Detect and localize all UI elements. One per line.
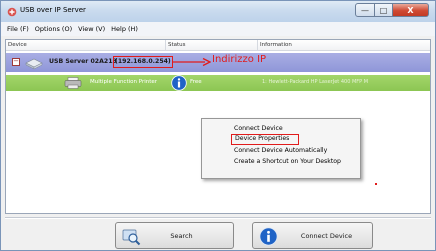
menu-bar: File (F) Options (O) View (V) Help (H) (0, 22, 436, 36)
close-button[interactable]: X (393, 3, 429, 17)
column-header: Device Status Information (6, 40, 430, 51)
divider (5, 217, 431, 219)
menu-options[interactable]: Options (O) (32, 25, 75, 33)
maximize-button[interactable]: □ (375, 3, 393, 17)
menu-item-connect-device[interactable]: Connect Device (231, 123, 360, 134)
menu-item-create-shortcut[interactable]: Create a Shortcut on Your Desktop (231, 156, 360, 167)
ip-annotation: Indirizzo IP (212, 54, 267, 65)
menu-item-device-properties[interactable]: Device Properties (231, 134, 299, 145)
menu-help[interactable]: Help (H) (108, 25, 141, 33)
window-controls: — □ X (355, 3, 429, 17)
column-device[interactable]: Device (6, 40, 166, 51)
usb-app-icon (7, 7, 17, 17)
search-button-label: Search (170, 232, 193, 240)
device-information: 1: Hewlett-Packard HP LaserJet 400 MFP M (262, 79, 369, 85)
connect-device-button-label: Connect Device (300, 232, 353, 240)
arrow-right-icon (172, 57, 211, 67)
column-status[interactable]: Status (166, 40, 258, 51)
column-information[interactable]: Information (258, 40, 430, 51)
connect-device-button[interactable]: Connect Device (252, 222, 373, 249)
printer-icon (64, 77, 82, 89)
device-status: Free (190, 79, 202, 85)
red-marker (375, 183, 377, 185)
info-icon (171, 75, 187, 91)
menu-file[interactable]: File (F) (4, 25, 32, 33)
server-row[interactable]: − USB Server 02A213 (192.168.0.254) Indi… (6, 53, 430, 72)
server-icon (25, 58, 43, 70)
title-bar[interactable]: USB over IP Server — □ X (0, 0, 436, 22)
client-area: Device Status Information − USB Server 0… (0, 36, 436, 251)
device-name: Multiple Function Printer (90, 79, 158, 85)
search-button[interactable]: Search (115, 222, 234, 249)
server-ip: (192.168.0.254) (113, 56, 173, 68)
window-title: USB over IP Server (20, 6, 86, 14)
menu-view[interactable]: View (V) (75, 25, 108, 33)
collapse-toggle[interactable]: − (12, 58, 20, 66)
server-name: USB Server 02A213 (49, 58, 117, 65)
menu-item-connect-automatically[interactable]: Connect Device Automatically (231, 145, 360, 156)
context-menu: Connect Device Device Properties Connect… (201, 118, 361, 179)
device-row[interactable]: Multiple Function Printer Free 1: Hewlet… (6, 75, 430, 91)
minimize-button[interactable]: — (355, 3, 375, 17)
